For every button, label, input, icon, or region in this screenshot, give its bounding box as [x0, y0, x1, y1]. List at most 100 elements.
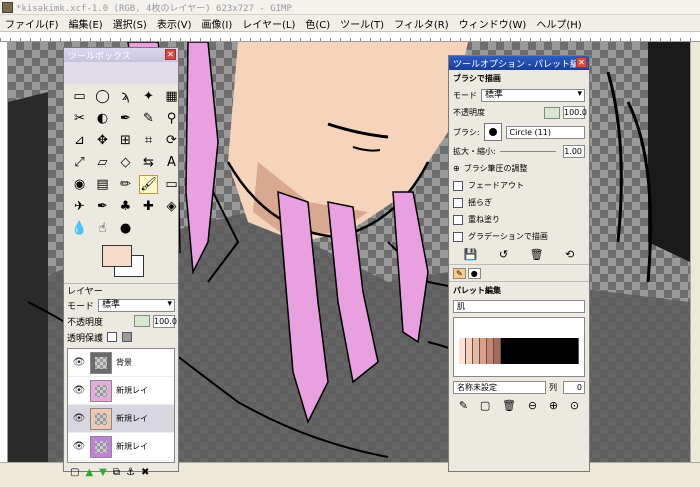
blur-icon[interactable]: 💧: [70, 219, 89, 238]
palette-swatch[interactable]: [459, 338, 466, 364]
delete-options-icon[interactable]: 🗑: [530, 248, 544, 261]
incremental-checkbox[interactable]: [453, 214, 463, 225]
clone-icon[interactable]: ♣: [116, 197, 135, 216]
new-color-icon[interactable]: ▢: [480, 399, 490, 412]
save-options-icon[interactable]: 💾: [464, 248, 478, 261]
menu-filters[interactable]: フィルタ(R): [389, 16, 454, 31]
layer-opacity-slider[interactable]: [134, 315, 150, 327]
edit-color-icon[interactable]: ✎: [459, 399, 468, 412]
fuzzy-select-icon[interactable]: ✦: [139, 87, 158, 106]
heal-icon[interactable]: ✚: [139, 197, 158, 216]
layer-row[interactable]: 👁 新規レイ: [68, 377, 174, 405]
palette-grid[interactable]: [453, 317, 585, 377]
visibility-eye-icon[interactable]: 👁: [68, 413, 90, 424]
delete-color-icon[interactable]: 🗑: [502, 399, 516, 412]
anchor-icon[interactable]: ⚓: [126, 467, 135, 478]
palette-name-field[interactable]: 肌: [453, 300, 585, 313]
paintbrush-icon[interactable]: 🖌: [139, 175, 158, 194]
palette-swatch[interactable]: [473, 338, 480, 364]
lower-icon[interactable]: ▼: [99, 467, 107, 478]
menu-windows[interactable]: ウィンドウ(W): [454, 16, 532, 31]
measure-icon[interactable]: ⊿: [70, 131, 89, 150]
close-icon[interactable]: ✕: [576, 57, 587, 68]
toolbox-titlebar[interactable]: ツールボックス ✕: [64, 48, 178, 62]
menu-help[interactable]: ヘルプ(H): [531, 16, 586, 31]
foreground-select-icon[interactable]: ◐: [93, 109, 112, 128]
flip-icon[interactable]: ⇆: [139, 153, 158, 172]
layer-row[interactable]: 👁 新規レイ: [68, 405, 174, 433]
shear-icon[interactable]: ▱: [93, 153, 112, 172]
paths-icon[interactable]: ✒: [116, 109, 135, 128]
palette-swatch[interactable]: [480, 338, 487, 364]
visibility-eye-icon[interactable]: 👁: [68, 441, 90, 452]
vertical-ruler[interactable]: [0, 42, 8, 462]
perspective-icon[interactable]: ◇: [116, 153, 135, 172]
close-icon[interactable]: ✕: [165, 49, 176, 60]
layer-opacity-input[interactable]: 100.0: [153, 314, 177, 328]
foreground-color-swatch[interactable]: [102, 245, 132, 267]
pencil-icon[interactable]: ✏: [116, 175, 135, 194]
raise-icon[interactable]: ▲: [85, 467, 93, 478]
move-icon[interactable]: ✥: [93, 131, 112, 150]
palette-swatch[interactable]: [487, 338, 494, 364]
palette-swatch[interactable]: [494, 338, 501, 364]
palette-swatch[interactable]: [466, 338, 473, 364]
jitter-checkbox[interactable]: [453, 197, 463, 208]
menu-colors[interactable]: 色(C): [300, 16, 335, 31]
zoom-icon[interactable]: ⚲: [162, 109, 181, 128]
menu-image[interactable]: 画像(I): [197, 16, 238, 31]
paint-mode-select[interactable]: 標準: [481, 89, 585, 102]
layer-mode-select[interactable]: 標準: [98, 298, 175, 312]
menu-layer[interactable]: レイヤー(L): [237, 16, 300, 31]
gimp-app-icon[interactable]: [2, 1, 13, 13]
scissors-icon[interactable]: ✂: [70, 109, 89, 128]
menu-edit[interactable]: 編集(E): [64, 16, 108, 31]
visibility-eye-icon[interactable]: 👁: [68, 385, 90, 396]
bucket-fill-icon[interactable]: ◉: [70, 175, 89, 194]
smudge-icon[interactable]: ☝: [93, 219, 112, 238]
align-icon[interactable]: ⊞: [116, 131, 135, 150]
menu-tools[interactable]: ツール(T): [335, 16, 389, 31]
rect-select-icon[interactable]: ▭: [70, 87, 89, 106]
tool-options-titlebar[interactable]: ツールオプション - パレット編集 ✕: [449, 56, 589, 70]
duplicate-icon[interactable]: ⧉: [113, 467, 120, 478]
pressure-row[interactable]: ⊕ ブラシ筆圧の調整: [449, 160, 589, 177]
menu-select[interactable]: 選択(S): [108, 16, 152, 31]
delete-icon[interactable]: ✖: [141, 467, 149, 478]
lasso-icon[interactable]: ϡ: [116, 87, 135, 106]
layer-name[interactable]: 新規レイ: [116, 413, 148, 424]
layer-name[interactable]: 新規レイ: [116, 385, 148, 396]
layer-row[interactable]: 👁 背景: [68, 349, 174, 377]
use-gradient-checkbox[interactable]: [453, 231, 463, 242]
horizontal-ruler[interactable]: [0, 32, 700, 42]
airbrush-icon[interactable]: ✈: [70, 197, 89, 216]
expand-icon[interactable]: ⊕: [453, 164, 460, 173]
vertical-scrollbar[interactable]: [690, 42, 700, 462]
dodge-burn-icon[interactable]: ●: [116, 219, 135, 238]
menu-view[interactable]: 表示(V): [152, 16, 197, 31]
crop-icon[interactable]: ⌗: [139, 131, 158, 150]
scale-icon[interactable]: ⤢: [70, 153, 89, 172]
color-picker-icon[interactable]: ✎: [139, 109, 158, 128]
columns-input[interactable]: 0: [563, 381, 585, 394]
layer-name[interactable]: 新規レイ: [116, 441, 148, 452]
ellipse-select-icon[interactable]: ◯: [93, 87, 112, 106]
layer-name[interactable]: 背景: [116, 357, 132, 368]
lock-alpha-checkbox[interactable]: [107, 332, 118, 342]
menu-file[interactable]: ファイル(F): [0, 16, 64, 31]
rotate-icon[interactable]: ⟳: [162, 131, 181, 150]
fade-out-checkbox[interactable]: [453, 180, 463, 191]
layer-row[interactable]: 👁 新規レイ: [68, 433, 174, 461]
text-icon[interactable]: A: [162, 153, 181, 172]
color-name-field[interactable]: 名称未設定: [453, 381, 546, 394]
ink-icon[interactable]: ✒: [93, 197, 112, 216]
zoom-all-icon[interactable]: ⊙: [570, 399, 579, 412]
paint-opacity-slider[interactable]: [544, 106, 560, 119]
blend-icon[interactable]: ▤: [93, 175, 112, 194]
reset-options-icon[interactable]: ⟲: [565, 248, 574, 261]
perspective-clone-icon[interactable]: ◈: [162, 197, 181, 216]
lock-pixels-icon[interactable]: [122, 332, 133, 342]
brush-preview[interactable]: [483, 123, 502, 141]
brush-name-field[interactable]: Circle (11): [505, 125, 585, 139]
visibility-eye-icon[interactable]: 👁: [68, 357, 90, 368]
